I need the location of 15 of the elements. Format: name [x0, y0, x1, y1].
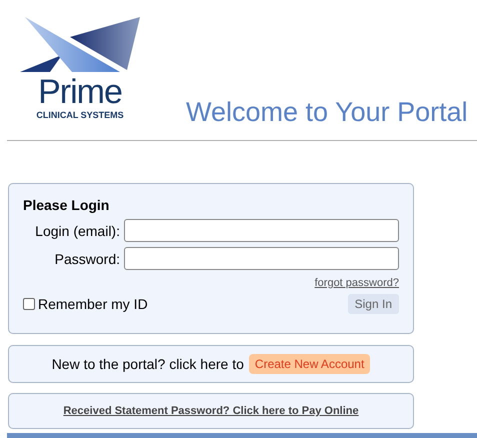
pay-online-link[interactable]: Received Statement Password? Click here to Pay Online — [63, 405, 359, 417]
field-label: Login (email): — [35, 222, 120, 238]
new-account-text: New to the portal? click here to — [52, 356, 244, 372]
logo-name: Prime — [38, 75, 122, 109]
field-label: Password: — [54, 250, 120, 266]
checkbox-label: Remember my ID — [38, 296, 148, 312]
forgot-password-link[interactable]: forgot password? — [314, 277, 399, 289]
input-field[interactable] — [124, 247, 399, 270]
checkbox[interactable] — [23, 298, 35, 310]
logo-tagline: CLINICAL SYSTEMS — [36, 110, 124, 120]
input-field[interactable] — [124, 219, 399, 242]
page-title: Welcome to Your Portal — [186, 97, 468, 128]
login-heading: Please Login — [23, 197, 110, 213]
logo-icon — [20, 15, 140, 73]
sign-in-button[interactable]: Sign In — [348, 294, 399, 314]
